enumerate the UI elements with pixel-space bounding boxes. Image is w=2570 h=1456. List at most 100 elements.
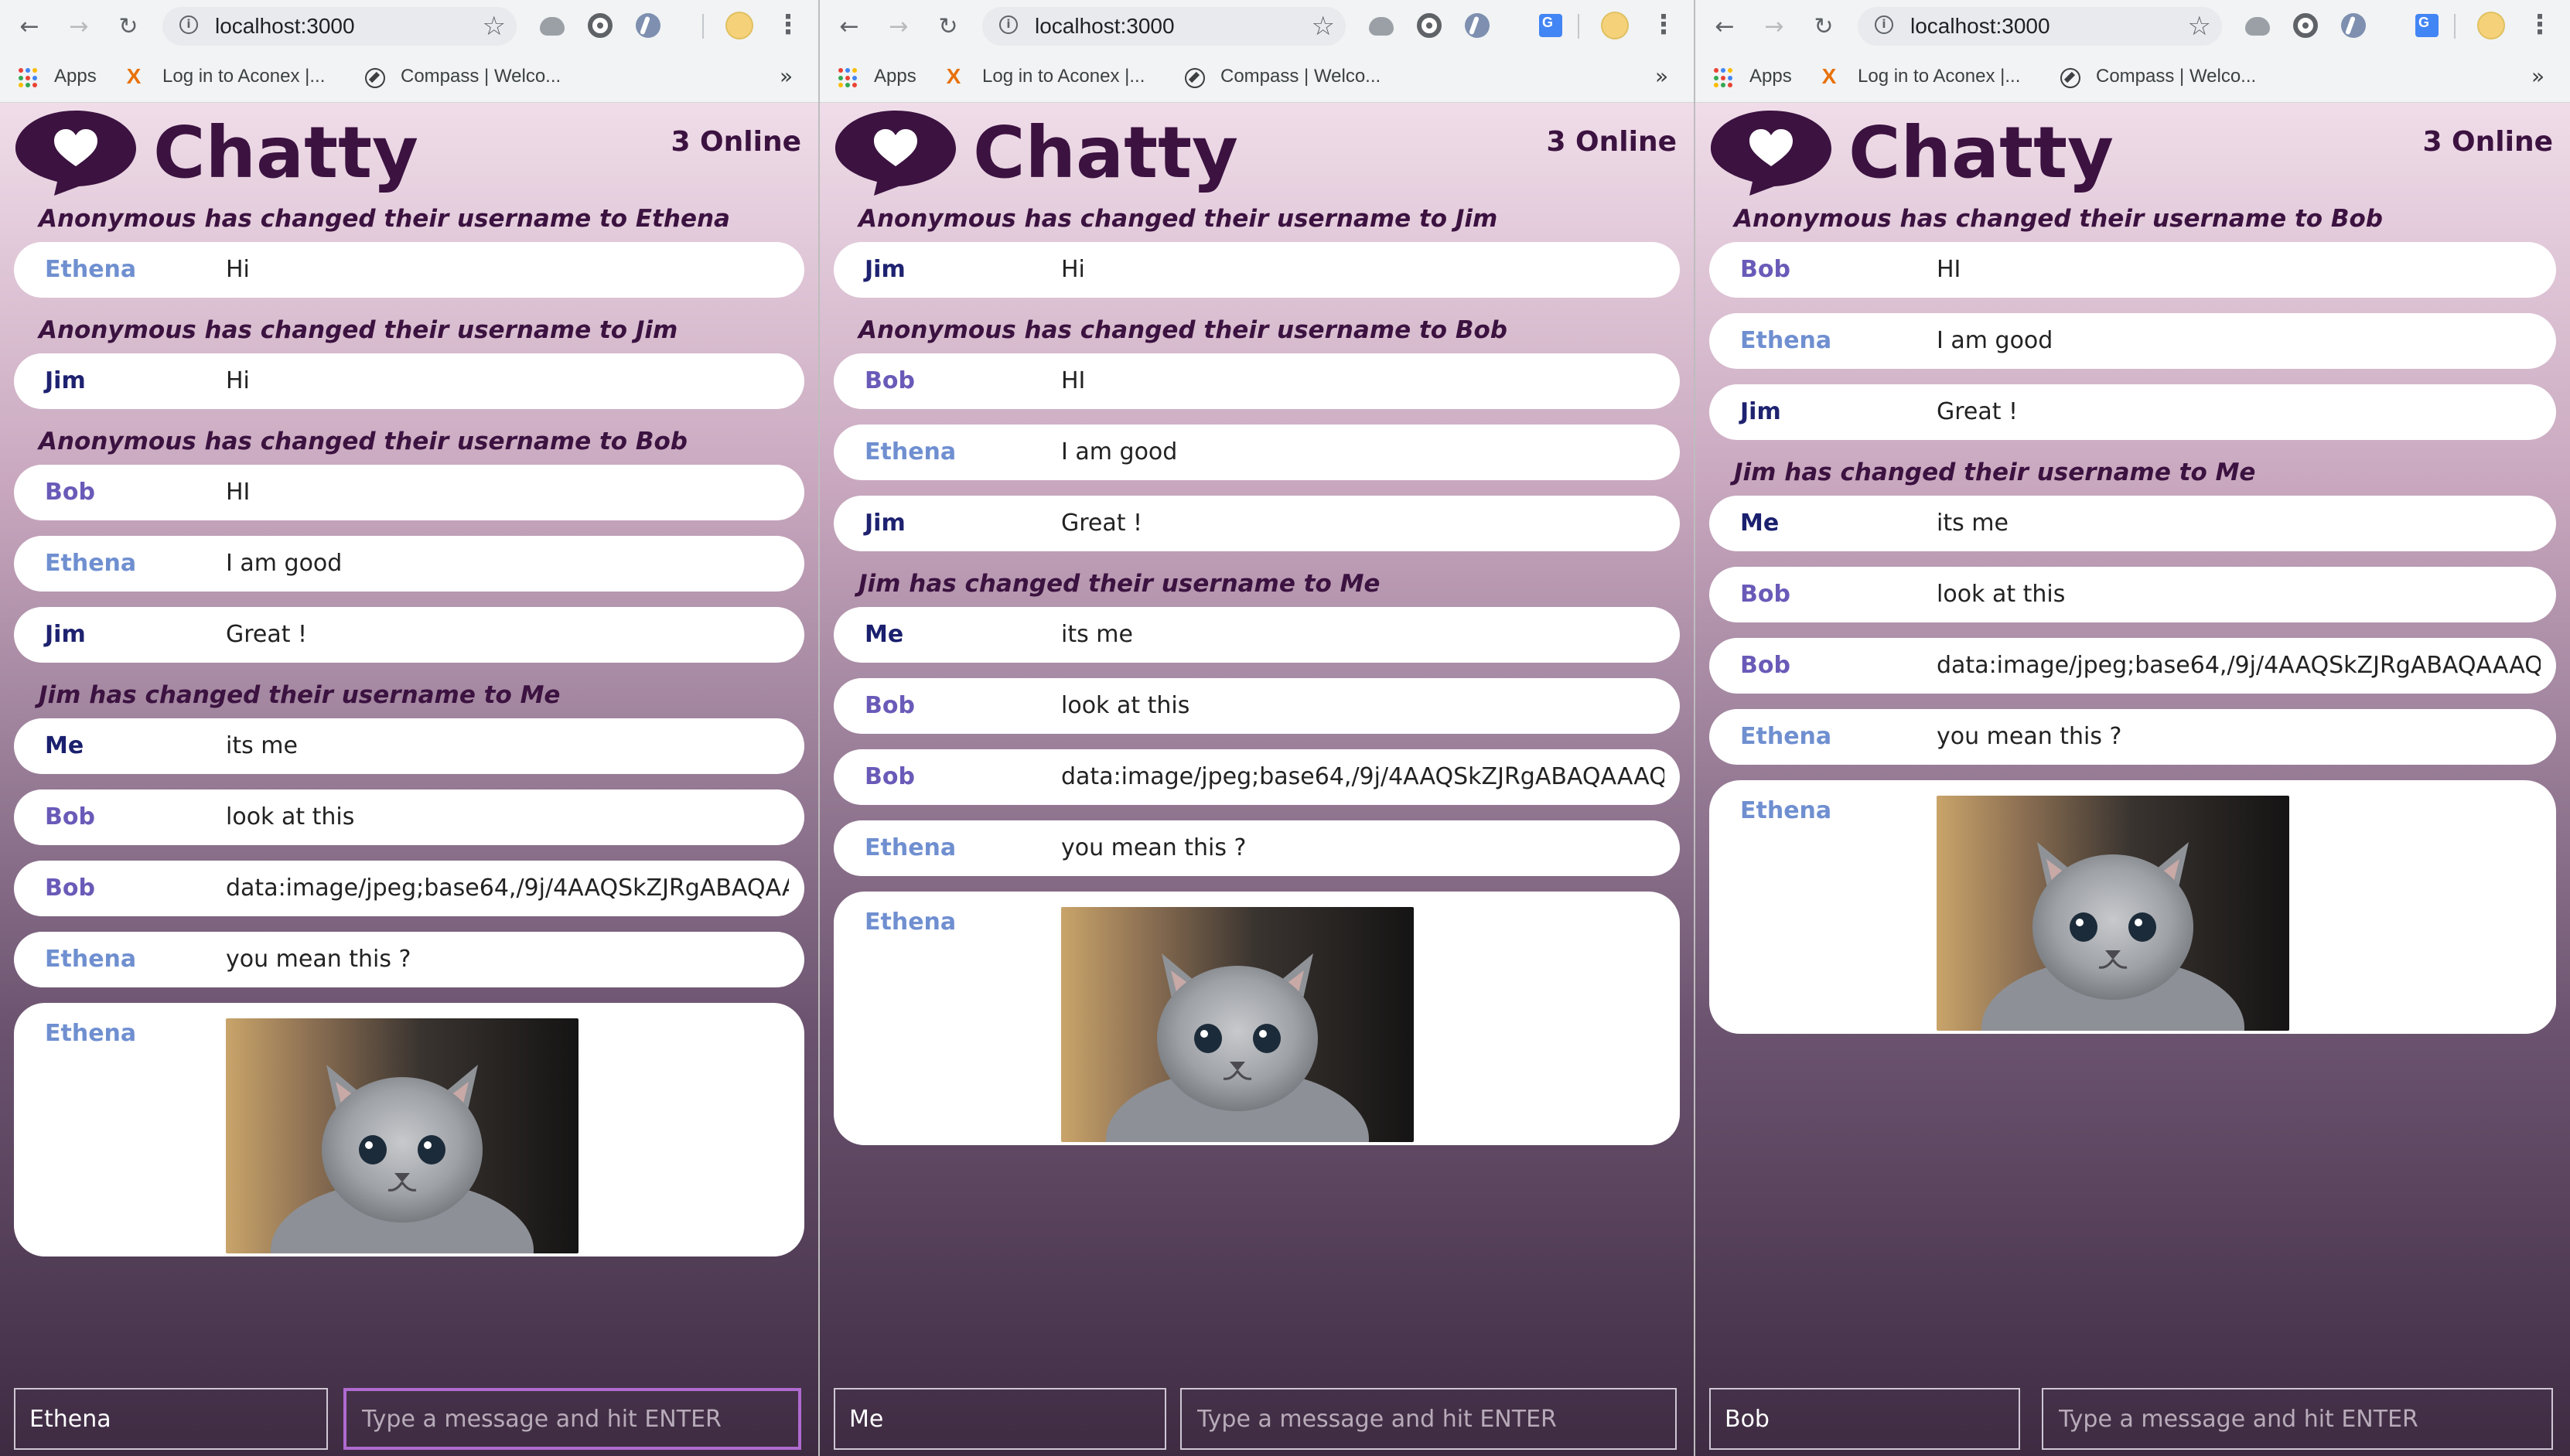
address-bar[interactable]: i localhost:3000 ☆ [982, 7, 1346, 46]
back-icon[interactable]: ← [1709, 11, 1740, 42]
aconex-icon: X [1821, 64, 1837, 88]
system-notification: Jim has changed their username to Me [39, 681, 561, 709]
chat-message: Bob look at this [14, 789, 804, 845]
kitten-photo [1061, 907, 1414, 1142]
chat-message: Ethena I am good [14, 536, 804, 592]
reload-icon[interactable]: ↻ [933, 11, 964, 42]
message-list: Anonymous has changed their username to … [0, 202, 818, 1272]
profile-icon[interactable] [2477, 12, 2505, 39]
extension-icon[interactable] [1465, 13, 1490, 38]
chat-message: Jim Great ! [1709, 384, 2556, 440]
username-input[interactable] [834, 1388, 1166, 1450]
extension-icon[interactable] [588, 13, 613, 38]
star-icon[interactable]: ☆ [2188, 9, 2211, 43]
extension-icon[interactable] [2245, 17, 2270, 36]
forward-icon[interactable]: → [63, 11, 94, 42]
heart-logo-icon [15, 111, 136, 196]
extension-icon[interactable] [540, 17, 565, 36]
message-username: Bob [865, 367, 915, 394]
info-icon[interactable]: i [999, 15, 1018, 34]
apps-icon[interactable] [838, 68, 858, 88]
address-bar[interactable]: i localhost:3000 ☆ [1858, 7, 2222, 46]
info-icon[interactable]: i [1875, 15, 1893, 34]
message-text: look at this [226, 803, 355, 830]
bookmark-compass[interactable]: Compass | Welco... [1220, 53, 1381, 101]
bookmarks-overflow-button[interactable]: » [780, 53, 793, 101]
star-icon[interactable]: ☆ [1312, 9, 1335, 43]
username-input[interactable] [14, 1388, 328, 1450]
online-count: 3 Online [671, 126, 801, 158]
bookmark-aconex[interactable]: Log in to Aconex |... [982, 53, 1145, 101]
browser-toolbar: ← → ↻ i localhost:3000 ☆ ⋮ [0, 0, 818, 53]
forward-icon[interactable]: → [1759, 11, 1790, 42]
message-text: Hi [226, 256, 250, 283]
message-input[interactable] [343, 1388, 801, 1450]
bookmark-compass[interactable]: Compass | Welco... [2096, 53, 2256, 101]
message-text: its me [1937, 510, 2009, 537]
message-text: Hi [1061, 256, 1085, 283]
brand-title: Chatty [973, 111, 1239, 194]
reload-icon[interactable]: ↻ [113, 11, 144, 42]
apps-icon[interactable] [1714, 68, 1734, 88]
browser-window-ethena: ← → ↻ i localhost:3000 ☆ ⋮ Apps X Log in… [0, 0, 818, 1456]
message-text: data:image/jpeg;base64,/9j/4AAQSkZJRgABA… [1937, 652, 2541, 679]
bookmarks-overflow-button[interactable]: » [2531, 53, 2544, 101]
online-count: 3 Online [2422, 126, 2553, 158]
apps-icon[interactable] [19, 68, 39, 88]
message-username: Ethena [45, 550, 137, 577]
chat-message: Bob data:image/jpeg;base64,/9j/4AAQSkZJRg… [14, 861, 804, 916]
url-text: localhost:3000 [215, 14, 355, 38]
message-input[interactable] [1180, 1388, 1677, 1450]
menu-icon[interactable]: ⋮ [775, 9, 801, 43]
bookmark-compass[interactable]: Compass | Welco... [401, 53, 561, 101]
extension-icon[interactable] [1369, 17, 1394, 36]
bookmark-aconex[interactable]: Log in to Aconex |... [162, 53, 325, 101]
info-icon[interactable]: i [179, 15, 198, 34]
reload-icon[interactable]: ↻ [1808, 11, 1839, 42]
message-username: Ethena [865, 438, 957, 465]
extension-icon[interactable] [2415, 14, 2439, 37]
aconex-icon: X [946, 64, 961, 88]
system-notification: Jim has changed their username to Me [858, 570, 1381, 598]
chat-message: Bob data:image/jpeg;base64,/9j/4AAQSkZJRg… [1709, 638, 2556, 694]
message-username: Me [45, 732, 84, 759]
bookmark-aconex[interactable]: Log in to Aconex |... [1858, 53, 2020, 101]
message-username: Bob [1740, 256, 1790, 283]
extension-icon[interactable] [636, 13, 660, 38]
profile-icon[interactable] [1601, 12, 1629, 39]
compass-icon [1185, 68, 1205, 88]
extension-icon[interactable] [1539, 14, 1562, 37]
chat-message: Ethena I am good [1709, 313, 2556, 369]
back-icon[interactable]: ← [834, 11, 865, 42]
extension-icon[interactable] [2341, 13, 2366, 38]
message-username: Bob [865, 763, 915, 790]
system-notification: Anonymous has changed their username to … [39, 316, 678, 344]
back-icon[interactable]: ← [14, 11, 45, 42]
url-text: localhost:3000 [1910, 14, 2050, 38]
star-icon[interactable]: ☆ [483, 9, 506, 43]
extension-icon[interactable] [2293, 13, 2318, 38]
bookmark-apps[interactable]: Apps [54, 53, 97, 101]
menu-icon[interactable]: ⋮ [1650, 9, 1677, 43]
chat-message: Me its me [1709, 496, 2556, 551]
message-username: Ethena [1740, 797, 1832, 824]
bookmarks-overflow-button[interactable]: » [1655, 53, 1668, 101]
image-message: Ethena [1709, 780, 2556, 1034]
message-text: Great ! [226, 621, 308, 648]
message-username: Bob [45, 479, 95, 506]
system-notification: Anonymous has changed their username to … [858, 205, 1498, 233]
chat-message: Ethena I am good [834, 425, 1680, 480]
message-username: Bob [1740, 652, 1790, 679]
chat-message: Ethena you mean this ? [1709, 709, 2556, 765]
username-input[interactable] [1709, 1388, 2020, 1450]
message-input[interactable] [2042, 1388, 2553, 1450]
bookmark-apps[interactable]: Apps [874, 53, 916, 101]
forward-icon[interactable]: → [883, 11, 914, 42]
extension-icon[interactable] [1417, 13, 1442, 38]
app-header: Chatty 3 Online [1695, 103, 2570, 203]
bookmark-apps[interactable]: Apps [1749, 53, 1792, 101]
message-username: Jim [45, 621, 86, 648]
menu-icon[interactable]: ⋮ [2527, 9, 2553, 43]
profile-icon[interactable] [725, 12, 753, 39]
address-bar[interactable]: i localhost:3000 ☆ [162, 7, 517, 46]
